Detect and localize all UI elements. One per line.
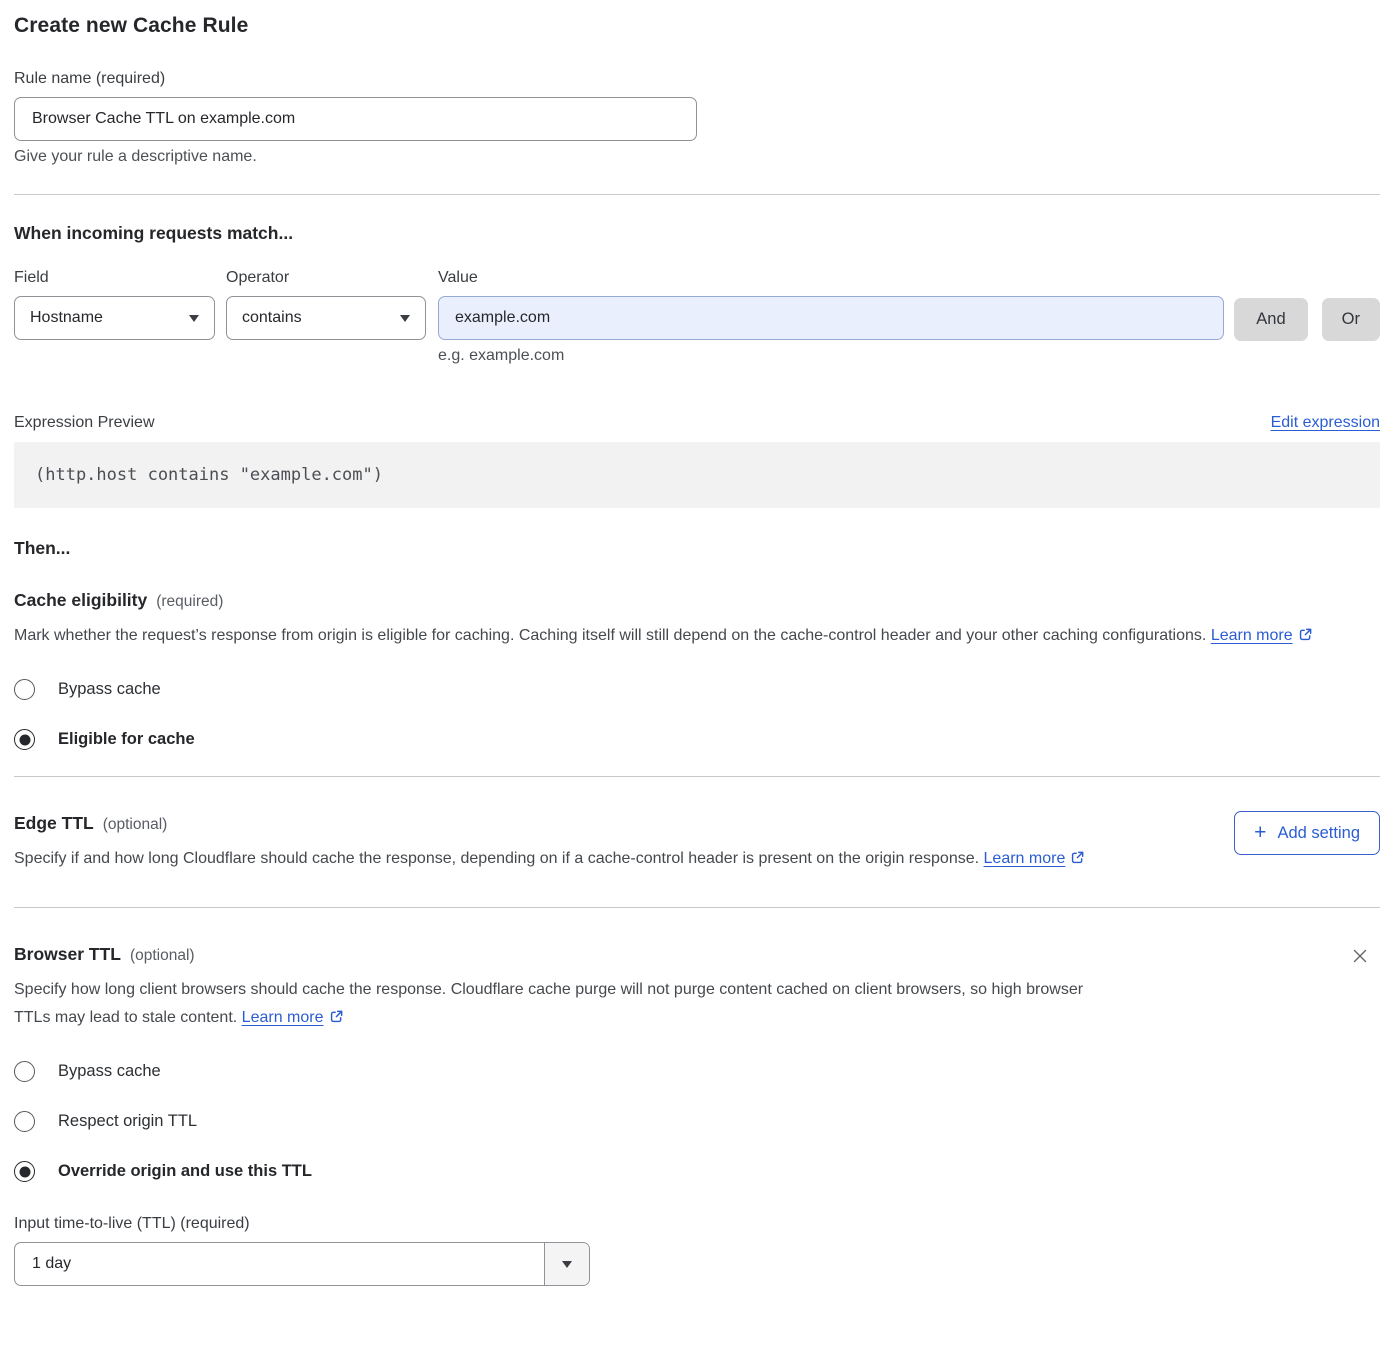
section-divider	[14, 194, 1380, 195]
browser-ttl-description-text: Specify how long client browsers should …	[14, 981, 1083, 1026]
edge-ttl-learn-more-link[interactable]: Learn more	[984, 850, 1066, 867]
radio-eligible-for-cache[interactable]: Eligible for cache	[14, 729, 1380, 750]
radio-label: Eligible for cache	[58, 730, 195, 749]
radio-circle-icon	[14, 1161, 35, 1182]
edge-ttl-description: Specify if and how long Cloudflare shoul…	[14, 845, 1124, 875]
edge-ttl-title-row: Edge TTL (optional)	[14, 813, 1380, 834]
ttl-select[interactable]: 1 day	[14, 1242, 590, 1286]
browser-ttl-radio-group: Bypass cache Respect origin TTL Override…	[14, 1061, 1380, 1182]
cache-eligibility-section: Cache eligibility (required) Mark whethe…	[14, 590, 1380, 750]
external-link-icon	[1070, 847, 1085, 875]
rule-name-input[interactable]	[14, 97, 697, 141]
dropdown-arrow-icon	[189, 315, 199, 322]
or-button[interactable]: Or	[1322, 298, 1380, 341]
match-heading: When incoming requests match...	[14, 223, 1380, 244]
plus-icon: +	[1254, 822, 1266, 843]
close-icon[interactable]	[1349, 946, 1371, 968]
cache-eligibility-learn-more-link[interactable]: Learn more	[1211, 627, 1293, 644]
edge-ttl-section: Edge TTL (optional) + Add setting Specif…	[14, 813, 1380, 875]
section-divider	[14, 907, 1380, 908]
rule-name-helper: Give your rule a descriptive name.	[14, 148, 1380, 166]
ttl-select-arrow-button[interactable]	[544, 1243, 589, 1285]
browser-ttl-learn-more-link[interactable]: Learn more	[242, 1009, 324, 1026]
radio-label: Bypass cache	[58, 1062, 161, 1081]
dropdown-arrow-icon	[562, 1261, 572, 1268]
rule-name-label: Rule name (required)	[14, 70, 1380, 88]
then-heading: Then...	[14, 538, 1380, 559]
radio-circle-icon	[14, 729, 35, 750]
page-title: Create new Cache Rule	[14, 14, 1380, 38]
radio-bypass-cache[interactable]: Bypass cache	[14, 1061, 1380, 1082]
operator-label: Operator	[226, 269, 426, 287]
value-helper: e.g. example.com	[438, 347, 1224, 365]
ttl-select-value: 1 day	[15, 1243, 544, 1285]
browser-ttl-description: Specify how long client browsers should …	[14, 976, 1109, 1034]
operator-select-value: contains	[242, 309, 302, 327]
value-label: Value	[438, 269, 1224, 287]
learn-more-label: Learn more	[242, 1009, 324, 1026]
cache-eligibility-description: Mark whether the request’s response from…	[14, 622, 1354, 652]
field-select[interactable]: Hostname	[14, 296, 215, 340]
ttl-label: Input time-to-live (TTL) (required)	[14, 1215, 1380, 1233]
radio-label: Bypass cache	[58, 680, 161, 699]
optional-tag: (optional)	[103, 816, 168, 834]
operator-select[interactable]: contains	[226, 296, 426, 340]
optional-tag: (optional)	[130, 947, 195, 965]
learn-more-label: Learn more	[1211, 627, 1293, 644]
radio-circle-icon	[14, 679, 35, 700]
field-label: Field	[14, 269, 215, 287]
expression-preview-row: Expression Preview Edit expression	[14, 414, 1380, 432]
edge-ttl-description-text: Specify if and how long Cloudflare shoul…	[14, 850, 979, 867]
add-setting-button[interactable]: + Add setting	[1234, 811, 1380, 855]
learn-more-label: Learn more	[984, 850, 1066, 867]
edge-ttl-heading: Edge TTL	[14, 813, 94, 834]
radio-label: Respect origin TTL	[58, 1112, 197, 1131]
browser-ttl-section: Browser TTL (optional) Specify how long …	[14, 944, 1380, 1286]
rule-name-group: Rule name (required) Give your rule a de…	[14, 70, 1380, 166]
cache-eligibility-radio-group: Bypass cache Eligible for cache	[14, 679, 1380, 750]
required-tag: (required)	[156, 593, 223, 611]
operator-column: Operator contains	[226, 269, 426, 340]
match-condition-row: Field Hostname Operator contains Value e…	[14, 269, 1380, 365]
section-divider	[14, 776, 1380, 777]
radio-circle-icon	[14, 1061, 35, 1082]
radio-bypass-cache[interactable]: Bypass cache	[14, 679, 1380, 700]
external-link-icon	[329, 1006, 344, 1034]
radio-override-origin-ttl[interactable]: Override origin and use this TTL	[14, 1161, 1380, 1182]
expression-preview-code: (http.host contains "example.com")	[14, 442, 1380, 508]
browser-ttl-title-row: Browser TTL (optional)	[14, 944, 1380, 965]
browser-ttl-heading: Browser TTL	[14, 944, 121, 965]
field-select-value: Hostname	[30, 309, 103, 327]
external-link-icon	[1298, 624, 1313, 652]
value-column: Value e.g. example.com	[438, 269, 1224, 365]
create-cache-rule-form: Create new Cache Rule Rule name (require…	[0, 0, 1400, 1306]
value-input[interactable]	[438, 296, 1224, 340]
expression-preview-label: Expression Preview	[14, 414, 155, 432]
dropdown-arrow-icon	[400, 315, 410, 322]
radio-respect-origin-ttl[interactable]: Respect origin TTL	[14, 1111, 1380, 1132]
cache-eligibility-title-row: Cache eligibility (required)	[14, 590, 1380, 611]
and-button[interactable]: And	[1234, 298, 1307, 341]
field-column: Field Hostname	[14, 269, 215, 340]
ttl-input-group: Input time-to-live (TTL) (required) 1 da…	[14, 1215, 1380, 1286]
edit-expression-link[interactable]: Edit expression	[1271, 414, 1380, 432]
radio-circle-icon	[14, 1111, 35, 1132]
cache-eligibility-heading: Cache eligibility	[14, 590, 147, 611]
cache-eligibility-description-text: Mark whether the request’s response from…	[14, 627, 1206, 644]
radio-label: Override origin and use this TTL	[58, 1162, 312, 1181]
add-setting-label: Add setting	[1277, 824, 1360, 843]
